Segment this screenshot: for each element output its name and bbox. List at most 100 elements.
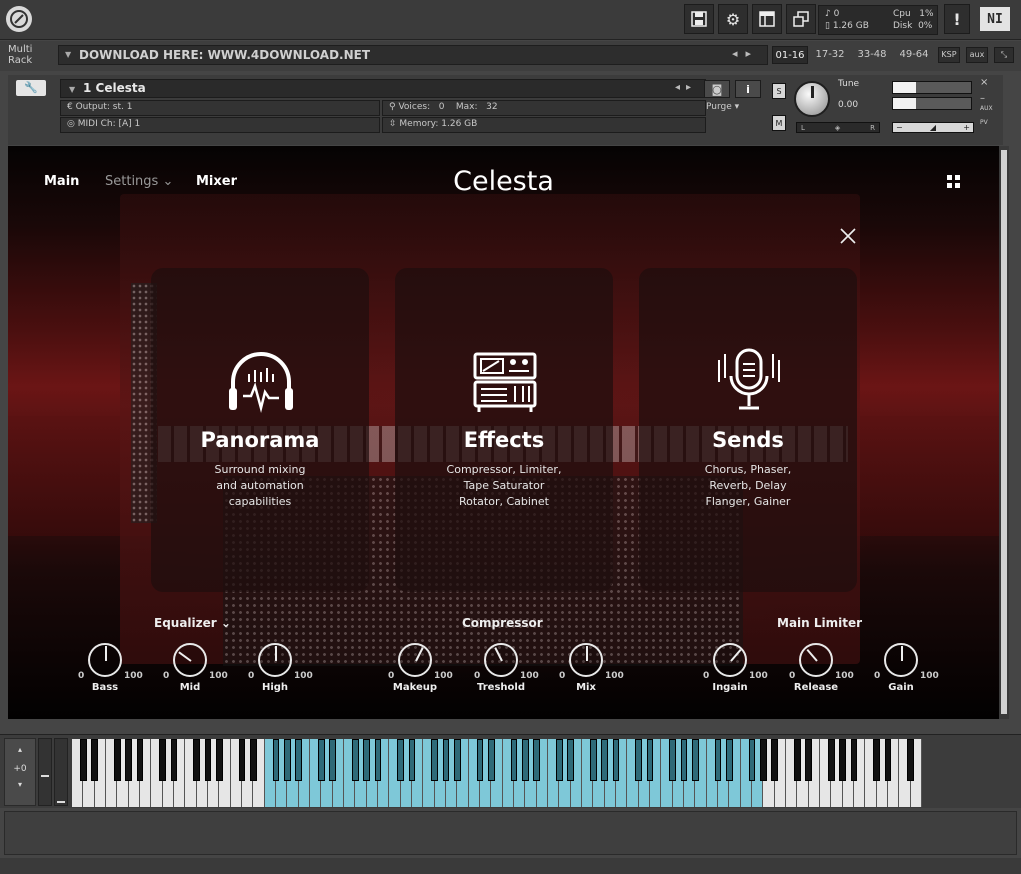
tab-17-32[interactable]: 17-32 (812, 46, 848, 64)
black-key[interactable] (125, 739, 133, 781)
instrument-nav-arrows[interactable]: ◂▸ (675, 82, 697, 93)
vertical-scrollbar[interactable] (999, 146, 1009, 719)
black-key[interactable] (771, 739, 779, 781)
release-knob[interactable] (799, 643, 833, 677)
black-key[interactable] (159, 739, 167, 781)
bass-knob[interactable] (88, 643, 122, 677)
black-key[interactable] (884, 739, 892, 781)
ksp-button[interactable]: KSP (938, 47, 960, 63)
black-key[interactable] (295, 739, 303, 781)
close-instrument-icon[interactable]: × (980, 77, 988, 88)
midi-channel-field[interactable]: ◎ MIDI Ch: [A] 1 (60, 117, 380, 133)
collapse-icon[interactable]: ⤡ (994, 47, 1014, 63)
kontakt-logo-icon[interactable] (6, 6, 32, 32)
black-key[interactable] (329, 739, 337, 781)
black-key[interactable] (714, 739, 722, 781)
ni-logo[interactable]: NI (980, 7, 1010, 31)
octave-control[interactable]: ▴ +0 ▾ (4, 738, 36, 806)
black-key[interactable] (453, 739, 461, 781)
black-key[interactable] (170, 739, 178, 781)
black-key[interactable] (91, 739, 99, 781)
window-icon[interactable] (786, 4, 816, 34)
black-key[interactable] (249, 739, 257, 781)
black-key[interactable] (374, 739, 382, 781)
instrument-dropdown-icon[interactable]: ▼ (69, 85, 75, 94)
black-key[interactable] (589, 739, 597, 781)
black-key[interactable] (272, 739, 280, 781)
black-key[interactable] (759, 739, 767, 781)
close-icon[interactable] (840, 228, 856, 244)
tab-49-64[interactable]: 49-64 (895, 46, 933, 64)
high-knob[interactable] (258, 643, 292, 677)
black-key[interactable] (476, 739, 484, 781)
black-key[interactable] (646, 739, 654, 781)
view-icon[interactable] (752, 4, 782, 34)
black-key[interactable] (635, 739, 643, 781)
effects-card[interactable]: Effects Compressor, Limiter, Tape Satura… (395, 268, 613, 592)
gear-icon[interactable]: ⚙ (718, 4, 748, 34)
black-key[interactable] (907, 739, 915, 781)
grid-menu-icon[interactable] (947, 175, 961, 189)
black-key[interactable] (793, 739, 801, 781)
mix-knob[interactable] (569, 643, 603, 677)
black-key[interactable] (748, 739, 756, 781)
makeup-knob[interactable] (398, 643, 432, 677)
minimize-instrument-icon[interactable]: – (980, 93, 985, 104)
save-icon[interactable] (684, 4, 714, 34)
black-key[interactable] (827, 739, 835, 781)
pan-slider[interactable]: L ◈ R (796, 122, 880, 133)
black-key[interactable] (431, 739, 439, 781)
ingain-knob[interactable] (713, 643, 747, 677)
gain-knob[interactable] (884, 643, 918, 677)
black-key[interactable] (215, 739, 223, 781)
black-key[interactable] (567, 739, 575, 781)
black-key[interactable] (680, 739, 688, 781)
tune-knob[interactable] (794, 81, 830, 117)
multi-preset-name[interactable]: ▼ DOWNLOAD HERE: WWW.4DOWNLOAD.NET ◂▸ (58, 45, 768, 65)
black-key[interactable] (317, 739, 325, 781)
mid-knob[interactable] (173, 643, 207, 677)
octave-down-icon[interactable]: ▾ (5, 780, 35, 789)
black-key[interactable] (510, 739, 518, 781)
volume-slider[interactable]: − ◢ + (892, 122, 974, 133)
black-key[interactable] (351, 739, 359, 781)
black-key[interactable] (204, 739, 212, 781)
black-key[interactable] (113, 739, 121, 781)
black-key[interactable] (850, 739, 858, 781)
mute-button[interactable]: M (772, 115, 786, 131)
pv-label[interactable]: PV (980, 119, 988, 126)
wrench-icon[interactable]: 🔧 (16, 80, 46, 96)
warning-button[interactable]: ! (944, 4, 970, 34)
info-icon[interactable]: i (735, 80, 761, 98)
solo-button[interactable]: S (772, 83, 786, 99)
black-key[interactable] (612, 739, 620, 781)
black-key[interactable] (238, 739, 246, 781)
black-key[interactable] (193, 739, 201, 781)
black-key[interactable] (521, 739, 529, 781)
treshold-knob[interactable] (484, 643, 518, 677)
camera-icon[interactable]: ◙ (704, 80, 730, 98)
black-key[interactable] (408, 739, 416, 781)
scrollbar-thumb[interactable] (1001, 150, 1007, 714)
tab-33-48[interactable]: 33-48 (853, 46, 891, 64)
black-key[interactable] (363, 739, 371, 781)
mod-wheel[interactable] (54, 738, 68, 806)
black-key[interactable] (283, 739, 291, 781)
tab-01-16[interactable]: 01-16 (772, 46, 808, 64)
black-key[interactable] (487, 739, 495, 781)
black-key[interactable] (533, 739, 541, 781)
aux-button[interactable]: aux (966, 47, 988, 63)
black-key[interactable] (839, 739, 847, 781)
black-key[interactable] (555, 739, 563, 781)
black-key[interactable] (136, 739, 144, 781)
black-key[interactable] (873, 739, 881, 781)
output-field[interactable]: € Output: st. 1 (60, 100, 380, 116)
preset-dropdown-icon[interactable]: ▼ (65, 50, 71, 59)
black-key[interactable] (397, 739, 405, 781)
black-key[interactable] (79, 739, 87, 781)
aux-label[interactable]: AUX (980, 105, 993, 112)
black-key[interactable] (669, 739, 677, 781)
pitch-bend-wheel[interactable] (38, 738, 52, 806)
black-key[interactable] (601, 739, 609, 781)
panorama-card[interactable]: Panorama Surround mixing and automation … (151, 268, 369, 592)
